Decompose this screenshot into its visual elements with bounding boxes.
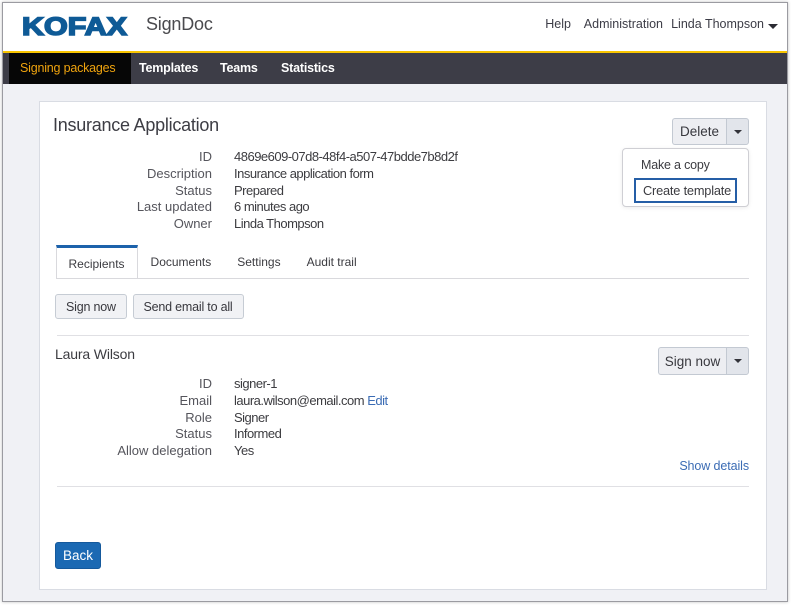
- svg-text:KOFAX: KOFAX: [22, 13, 127, 41]
